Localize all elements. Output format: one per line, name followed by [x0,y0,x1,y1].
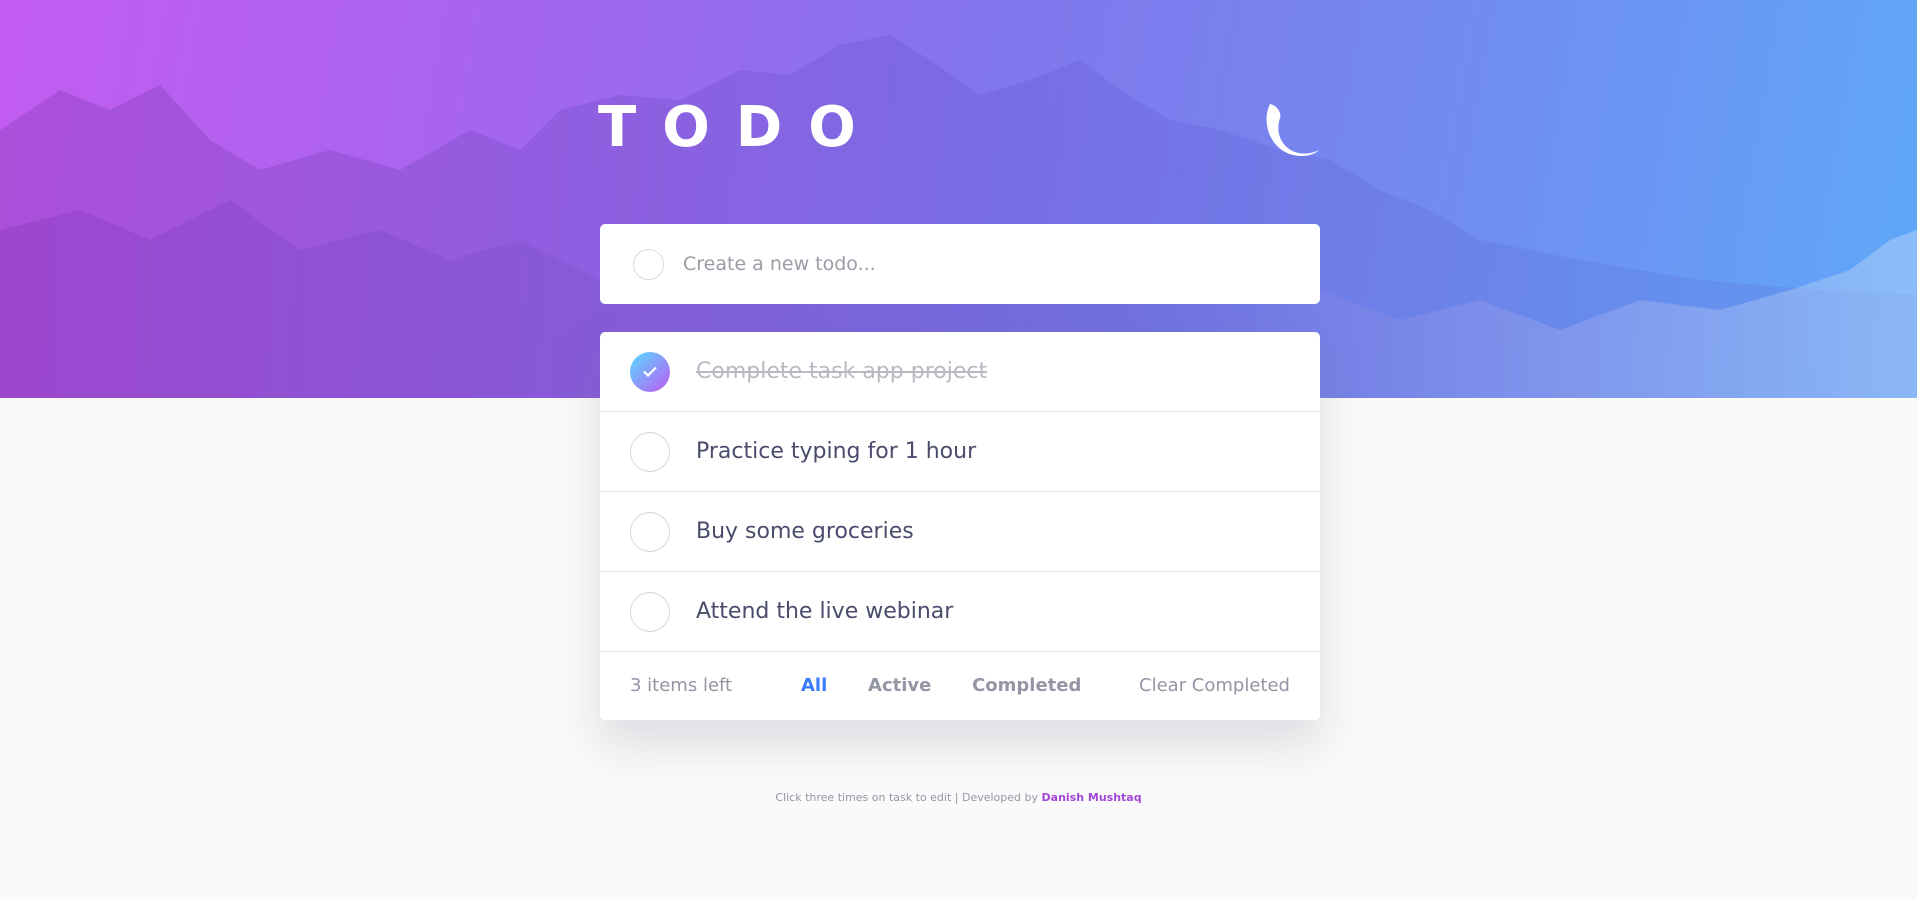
theme-toggle-button[interactable] [1266,104,1322,162]
clear-completed-button[interactable]: Clear Completed [1139,652,1290,720]
moon-icon [1266,104,1319,156]
todo-item[interactable]: Complete task app project [600,332,1320,412]
todo-text: Buy some groceries [696,519,914,544]
todo-text: Practice typing for 1 hour [696,439,977,464]
author-link[interactable]: Danish Mushtaq [1042,791,1142,804]
todo-checkbox[interactable] [630,432,670,472]
attribution-note: Click three times on task to edit | Deve… [0,791,1917,804]
items-left-count: 3 items left [630,675,733,696]
todo-item[interactable]: Attend the live webinar [600,572,1320,652]
filter-active-button[interactable]: Active [868,652,931,720]
todo-checkbox[interactable] [630,352,670,392]
new-todo-input[interactable] [683,242,1283,286]
new-todo-check-circle[interactable] [633,249,664,280]
filter-group: All Active Completed [801,652,1116,720]
todo-text: Attend the live webinar [696,599,954,624]
check-icon [643,366,657,377]
todo-checkbox[interactable] [630,592,670,632]
todo-text: Complete task app project [696,359,988,384]
filter-completed-button[interactable]: Completed [972,652,1081,720]
todo-item[interactable]: Buy some groceries [600,492,1320,572]
filter-all-button[interactable]: All [801,652,827,720]
new-todo-bar [600,224,1320,304]
app-title: TODO [598,95,882,160]
attribution-text: Click three times on task to edit | Deve… [775,791,1039,804]
list-footer: 3 items left All Active Completed Clear … [600,652,1320,720]
todo-checkbox[interactable] [630,512,670,552]
todo-item[interactable]: Practice typing for 1 hour [600,412,1320,492]
todo-list: Complete task app project Practice typin… [600,332,1320,720]
